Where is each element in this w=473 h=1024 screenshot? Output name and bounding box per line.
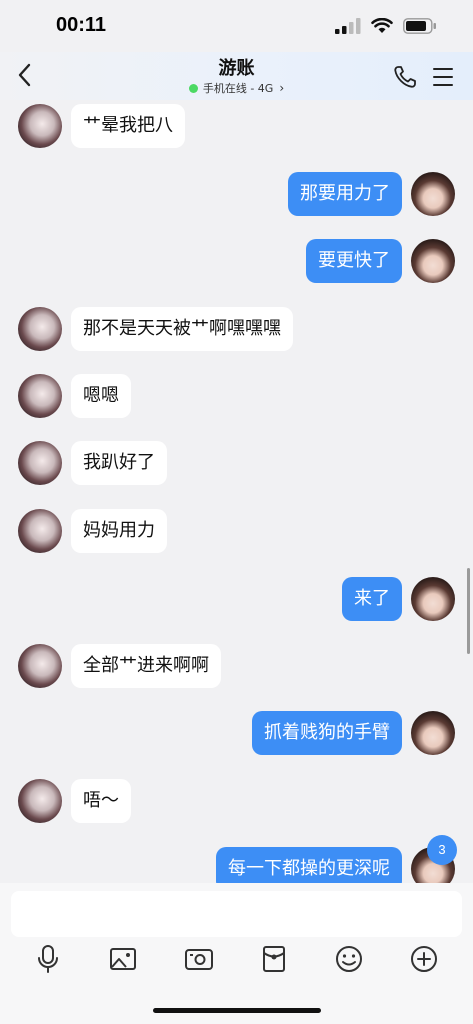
message-row: 我趴好了 (0, 441, 473, 487)
message-row: 艹晕我把八 (0, 104, 473, 150)
my-avatar[interactable] (411, 711, 455, 755)
message-row: 妈妈用力 (0, 509, 473, 555)
my-avatar[interactable] (411, 239, 455, 283)
hamburger-menu-icon[interactable] (430, 64, 456, 90)
incoming-message-bubble[interactable]: 我趴好了 (71, 441, 167, 485)
plus-circle-icon[interactable] (408, 943, 440, 975)
status-bar: 00:11 (0, 0, 473, 52)
scrollbar[interactable] (467, 568, 470, 654)
message-row: 嗯嗯 (0, 374, 473, 420)
my-avatar[interactable] (411, 172, 455, 216)
message-row: 唔～ (0, 779, 473, 825)
contact-avatar[interactable] (18, 104, 62, 148)
phone-icon[interactable] (392, 64, 418, 90)
status-icons (335, 18, 437, 34)
outgoing-message-bubble[interactable]: 抓着贱狗的手臂 (252, 711, 402, 755)
message-row: 全部艹进来啊啊 (0, 644, 473, 690)
incoming-message-bubble[interactable]: 妈妈用力 (71, 509, 167, 553)
signal-icon (335, 18, 361, 34)
outgoing-message-bubble[interactable]: 每一下都操的更深呢 (216, 847, 402, 883)
outgoing-message-bubble[interactable]: 来了 (342, 577, 402, 621)
message-row: 来了 (0, 577, 473, 623)
message-row: 每一下都操的更深呢 3 (0, 835, 473, 883)
unread-count-badge[interactable]: 3 (427, 835, 457, 865)
outgoing-message-bubble[interactable]: 那要用力了 (288, 172, 402, 216)
online-dot-icon (188, 83, 198, 93)
incoming-message-bubble[interactable]: 唔～ (71, 779, 131, 823)
emoji-icon[interactable] (333, 943, 365, 975)
home-indicator[interactable] (153, 1008, 321, 1013)
battery-icon (403, 18, 436, 34)
chat-header: 游账 手机在线 - 4G › (0, 52, 473, 100)
message-row: 那要用力了 (0, 172, 473, 218)
message-input[interactable] (11, 891, 462, 937)
contact-avatar[interactable] (18, 509, 62, 553)
microphone-icon[interactable] (32, 943, 64, 975)
message-row: 要更快了 (0, 239, 473, 285)
camera-icon[interactable] (183, 943, 215, 975)
contact-avatar[interactable] (18, 441, 62, 485)
wifi-icon (371, 18, 393, 33)
message-row: 抓着贱狗的手臂 (0, 711, 473, 757)
image-icon[interactable] (107, 943, 139, 975)
my-avatar[interactable] (411, 577, 455, 621)
incoming-message-bubble[interactable]: 嗯嗯 (71, 374, 131, 418)
contact-avatar[interactable] (18, 307, 62, 351)
chat-message-list[interactable]: 艹晕我把八 那要用力了 要更快了 那不是天天被艹啊嘿嘿嘿 嗯嗯 我趴好了 妈妈用… (0, 100, 473, 883)
input-panel (0, 883, 473, 1024)
contact-avatar[interactable] (18, 374, 62, 418)
incoming-message-bubble[interactable]: 那不是天天被艹啊嘿嘿嘿 (71, 307, 293, 351)
red-packet-icon[interactable] (258, 943, 290, 975)
input-toolbar (0, 943, 473, 983)
status-time: 00:11 (56, 14, 107, 36)
incoming-message-bubble[interactable]: 艹晕我把八 (71, 104, 185, 148)
contact-avatar[interactable] (18, 779, 62, 823)
incoming-message-bubble[interactable]: 全部艹进来啊啊 (71, 644, 221, 688)
contact-avatar[interactable] (18, 644, 62, 688)
chevron-right-icon: › (279, 81, 285, 95)
online-status-text: 手机在线 - 4G (202, 82, 274, 95)
outgoing-message-bubble[interactable]: 要更快了 (306, 239, 402, 283)
message-row: 那不是天天被艹啊嘿嘿嘿 (0, 307, 473, 353)
